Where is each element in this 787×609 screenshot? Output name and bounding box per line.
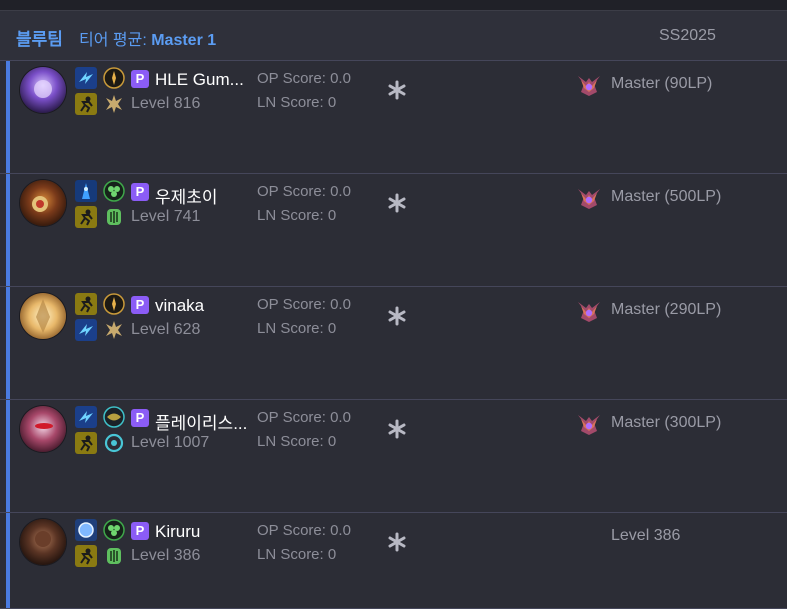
top-bar bbox=[0, 0, 787, 11]
player-row[interactable]: P vinaka Level 628 OP Score: 0.0 LN Scor… bbox=[0, 287, 787, 400]
team-tier-average: 티어 평균: Master 1 bbox=[79, 26, 216, 50]
team-header: 블루팀 티어 평균: Master 1 SS2025 bbox=[0, 11, 787, 61]
team-name: 블루팀 bbox=[16, 30, 63, 49]
op-score: OP Score: 0.0 bbox=[257, 296, 351, 313]
tier-rank-text: Master (300LP) bbox=[611, 414, 722, 431]
barrier-icon[interactable] bbox=[75, 519, 97, 541]
op-score: OP Score: 0.0 bbox=[257, 183, 351, 200]
grasp-rune-icon[interactable] bbox=[103, 519, 125, 541]
master-emblem-icon bbox=[576, 72, 602, 98]
precision-rune-icon[interactable] bbox=[103, 319, 125, 341]
player-level: Level 816 bbox=[131, 95, 201, 112]
player-name[interactable]: 플레이리스... bbox=[155, 409, 250, 434]
tier-average-label: 티어 평균: bbox=[79, 32, 152, 49]
grasp-rune-icon[interactable] bbox=[103, 180, 125, 202]
premium-badge: P bbox=[131, 70, 149, 88]
flash-icon[interactable] bbox=[75, 319, 97, 341]
ln-score: LN Score: 0 bbox=[257, 320, 337, 337]
conqueror-rune-icon[interactable] bbox=[103, 67, 125, 89]
ghost-icon[interactable] bbox=[75, 545, 97, 567]
champion-portrait-pink-icon[interactable] bbox=[20, 406, 66, 452]
asterisk-icon[interactable] bbox=[386, 531, 408, 553]
master-emblem-icon bbox=[576, 298, 602, 324]
master-emblem-icon bbox=[576, 411, 602, 437]
op-score: OP Score: 0.0 bbox=[257, 70, 351, 87]
player-row[interactable]: P 플레이리스... Level 1007 OP Score: 0.0 LN S… bbox=[0, 400, 787, 513]
master-emblem-icon bbox=[576, 185, 602, 211]
ln-score: LN Score: 0 bbox=[257, 94, 337, 111]
teleport-icon[interactable] bbox=[75, 180, 97, 202]
player-row[interactable]: P HLE Gum... Level 816 OP Score: 0.0 LN … bbox=[0, 61, 787, 174]
ghost-icon[interactable] bbox=[75, 293, 97, 315]
player-row[interactable]: P 우제초이 Level 741 OP Score: 0.0 LN Score:… bbox=[0, 174, 787, 287]
champion-portrait-purple-icon[interactable] bbox=[20, 67, 66, 113]
tier-rank-text: Master (500LP) bbox=[611, 188, 722, 205]
player-name[interactable]: 우제초이 bbox=[155, 183, 250, 208]
inspiration-rune-icon[interactable] bbox=[103, 432, 125, 454]
champion-portrait-gold-icon[interactable] bbox=[20, 293, 66, 339]
ln-score: LN Score: 0 bbox=[257, 546, 337, 563]
asterisk-icon[interactable] bbox=[386, 79, 408, 101]
ghost-icon[interactable] bbox=[75, 432, 97, 454]
season-label: SS2025 bbox=[659, 27, 716, 44]
player-level: Level 628 bbox=[131, 321, 201, 338]
tier-rank-text: Master (90LP) bbox=[611, 75, 713, 92]
asterisk-icon[interactable] bbox=[386, 305, 408, 327]
op-score: OP Score: 0.0 bbox=[257, 409, 351, 426]
team-accent-bar bbox=[6, 287, 10, 399]
champion-portrait-armor-icon[interactable] bbox=[20, 180, 66, 226]
ln-score: LN Score: 0 bbox=[257, 433, 337, 450]
premium-badge: P bbox=[131, 183, 149, 201]
resolve-rune-icon[interactable] bbox=[103, 545, 125, 567]
player-name[interactable]: vinaka bbox=[155, 296, 250, 316]
player-level: Level 1007 bbox=[131, 434, 210, 451]
premium-badge: P bbox=[131, 522, 149, 540]
first-strike-rune-icon[interactable] bbox=[103, 406, 125, 428]
flash-icon[interactable] bbox=[75, 406, 97, 428]
player-level: Level 386 bbox=[131, 547, 201, 564]
tier-rank-text: Master (290LP) bbox=[611, 301, 722, 318]
team-accent-bar bbox=[6, 400, 10, 512]
ln-score: LN Score: 0 bbox=[257, 207, 337, 224]
precision-rune-icon[interactable] bbox=[103, 93, 125, 115]
tier-average-value: Master 1 bbox=[151, 32, 217, 49]
resolve-rune-icon[interactable] bbox=[103, 206, 125, 228]
ghost-icon[interactable] bbox=[75, 206, 97, 228]
conqueror-rune-icon[interactable] bbox=[103, 293, 125, 315]
premium-badge: P bbox=[131, 296, 149, 314]
ghost-icon[interactable] bbox=[75, 93, 97, 115]
unranked-level-text: Level 386 bbox=[611, 527, 681, 544]
champion-portrait-dark-icon[interactable] bbox=[20, 519, 66, 565]
team-accent-bar bbox=[6, 513, 10, 608]
op-score: OP Score: 0.0 bbox=[257, 522, 351, 539]
team-accent-bar bbox=[6, 174, 10, 286]
player-row[interactable]: P Kiruru Level 386 OP Score: 0.0 LN Scor… bbox=[0, 513, 787, 609]
flash-icon[interactable] bbox=[75, 67, 97, 89]
player-level: Level 741 bbox=[131, 208, 201, 225]
player-name[interactable]: Kiruru bbox=[155, 522, 250, 542]
asterisk-icon[interactable] bbox=[386, 418, 408, 440]
team-accent-bar bbox=[6, 61, 10, 173]
premium-badge: P bbox=[131, 409, 149, 427]
player-name[interactable]: HLE Gum... bbox=[155, 70, 250, 90]
asterisk-icon[interactable] bbox=[386, 192, 408, 214]
